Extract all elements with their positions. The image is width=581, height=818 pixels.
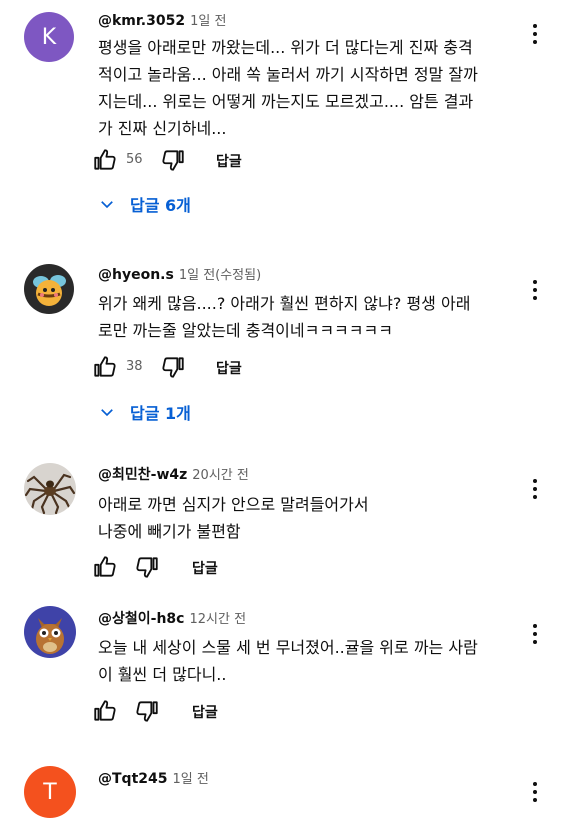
comment-actions: 38 답글 (92, 354, 392, 382)
avatar[interactable]: K (24, 12, 74, 62)
comment-actions: 답글 (92, 698, 392, 726)
author-handle[interactable]: @hyeon.s (98, 267, 174, 283)
comment-timestamp[interactable]: 1일 전(수정됨) (179, 268, 261, 283)
more-vert-icon[interactable] (525, 622, 545, 646)
comment-timestamp[interactable]: 1일 전 (190, 14, 226, 29)
comment-header: @상철이-h8c 12시간 전 (98, 608, 246, 628)
replies-label: 답글 6개 (130, 196, 191, 215)
view-replies-button[interactable]: 답글 1개 (98, 400, 191, 424)
author-handle[interactable]: @Tqt245 (98, 771, 168, 787)
avatar[interactable]: T (24, 766, 76, 818)
comment-thread: @hyeon.s 1일 전(수정됨) 위가 왜케 많음....? 아래가 훨씬 편… (0, 250, 581, 440)
reply-button[interactable]: 답글 (192, 702, 218, 722)
comment-header: @kmr.3052 1일 전 (98, 10, 226, 29)
chevron-down-icon (101, 201, 113, 209)
more-vert-icon[interactable] (525, 22, 545, 46)
bee-avatar-icon[interactable] (24, 264, 74, 314)
thumb-down-icon[interactable] (160, 147, 186, 173)
more-vert-icon[interactable] (525, 477, 545, 501)
more-vert-icon[interactable] (525, 780, 545, 804)
spider-avatar-icon[interactable] (24, 463, 76, 515)
view-replies-button[interactable]: 답글 6개 (98, 192, 191, 216)
comment-text: 오늘 내 세상이 스물 세 번 무너졌어..귤을 위로 까는 사람 이 훨씬 더… (98, 638, 478, 684)
comment-header: @Tqt245 1일 전 (98, 768, 209, 787)
thumb-down-icon[interactable] (134, 698, 160, 724)
replies-label: 답글 1개 (130, 404, 191, 423)
thumb-up-icon[interactable] (92, 554, 118, 580)
comment-text: 위가 왜케 많음....? 아래가 훨씬 편하지 않냐? 평생 아래 로만 까는… (98, 294, 471, 340)
owl-avatar-icon[interactable] (24, 606, 76, 658)
like-count: 38 (126, 359, 143, 374)
chevron-down-icon (101, 409, 113, 417)
thumb-up-icon[interactable] (92, 354, 118, 380)
author-handle[interactable]: @kmr.3052 (98, 13, 185, 29)
thumb-down-icon[interactable] (134, 554, 160, 580)
comment-timestamp[interactable]: 12시간 전 (189, 612, 246, 627)
like-count: 56 (126, 152, 143, 167)
comment-thread: @상철이-h8c 12시간 전 오늘 내 세상이 스물 세 번 무너졌어..귤을 … (0, 598, 581, 738)
thumb-up-icon[interactable] (92, 147, 118, 173)
comment-timestamp[interactable]: 20시간 전 (192, 468, 249, 483)
comment-text: 평생을 아래로만 까왔는데... 위가 더 많다는게 진짜 충격 적이고 놀라움… (98, 38, 478, 138)
comment-actions: 답글 (92, 554, 392, 582)
thumb-down-icon[interactable] (160, 354, 186, 380)
comment-thread: T @Tqt245 1일 전 (0, 760, 581, 818)
comment-thread: K @kmr.3052 1일 전 평생을 아래로만 까왔는데... 위가 더 많다… (0, 0, 581, 240)
reply-button[interactable]: 답글 (216, 358, 242, 378)
more-vert-icon[interactable] (525, 278, 545, 302)
comment-header: @최민찬-w4z 20시간 전 (98, 464, 249, 484)
reply-button[interactable]: 답글 (216, 151, 242, 171)
comment-text: 아래로 까면 심지가 안으로 말려들어가서 나중에 빼기가 불편함 (98, 495, 369, 541)
thumb-up-icon[interactable] (92, 698, 118, 724)
comment-header: @hyeon.s 1일 전(수정됨) (98, 264, 261, 283)
author-handle[interactable]: @최민찬-w4z (98, 467, 187, 483)
comment-thread: @최민찬-w4z 20시간 전 아래로 까면 심지가 안으로 말려들어가서 나중에… (0, 455, 581, 590)
comment-timestamp[interactable]: 1일 전 (173, 772, 209, 787)
comment-actions: 56 답글 (92, 147, 392, 175)
author-handle[interactable]: @상철이-h8c (98, 611, 184, 627)
reply-button[interactable]: 답글 (192, 558, 218, 578)
